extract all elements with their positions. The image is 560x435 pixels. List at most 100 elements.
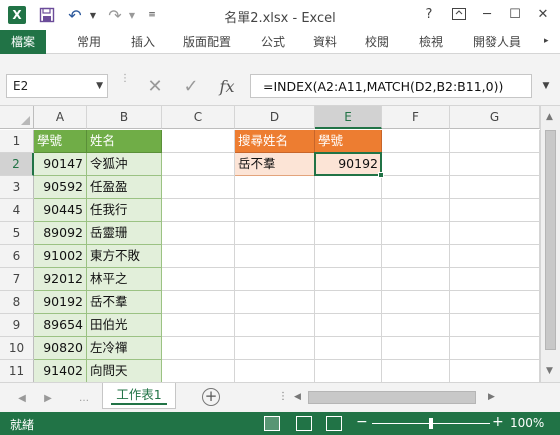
cell-e4[interactable] <box>315 199 382 222</box>
enter-button[interactable]: ✓ <box>178 74 204 98</box>
zoom-slider-knob[interactable] <box>429 418 433 429</box>
undo-dropdown-icon[interactable]: ▼ <box>88 5 98 25</box>
cell-c11[interactable] <box>162 360 235 382</box>
maximize-button[interactable]: ☐ <box>504 4 526 24</box>
cell-e1[interactable]: 學號 <box>315 130 382 153</box>
worksheet-grid[interactable]: ABCDEFG 123456789101112 學號姓名搜尋姓名學號90147令… <box>0 106 540 382</box>
cell-e7[interactable] <box>315 268 382 291</box>
cell-g11[interactable] <box>450 360 540 382</box>
cell-a1[interactable]: 學號 <box>34 130 87 153</box>
cell-d6[interactable] <box>235 245 315 268</box>
zoom-in-icon[interactable]: + <box>492 414 504 430</box>
cell-e5[interactable] <box>315 222 382 245</box>
cell-b1[interactable]: 姓名 <box>87 130 162 153</box>
cell-e2[interactable]: 90192 <box>315 153 382 176</box>
cell-a9[interactable]: 89654 <box>34 314 87 337</box>
cell-e6[interactable] <box>315 245 382 268</box>
cell-a3[interactable]: 90592 <box>34 176 87 199</box>
cell-d4[interactable] <box>235 199 315 222</box>
zoom-out-icon[interactable]: − <box>356 414 368 430</box>
cell-c7[interactable] <box>162 268 235 291</box>
cell-c9[interactable] <box>162 314 235 337</box>
redo-dropdown-icon[interactable]: ▼ <box>127 5 137 25</box>
row-header-6[interactable]: 6 <box>0 245 34 268</box>
cell-b4[interactable]: 任我行 <box>87 199 162 222</box>
tab-insert[interactable]: 插入 <box>122 30 164 54</box>
row-header-11[interactable]: 11 <box>0 360 34 382</box>
cell-c1[interactable] <box>162 130 235 153</box>
row-header-1[interactable]: 1 <box>0 130 34 153</box>
row-header-4[interactable]: 4 <box>0 199 34 222</box>
tab-formulas[interactable]: 公式 <box>252 30 294 54</box>
cell-a4[interactable]: 90445 <box>34 199 87 222</box>
cell-b6[interactable]: 東方不敗 <box>87 245 162 268</box>
close-button[interactable]: ✕ <box>532 4 554 24</box>
cell-g1[interactable] <box>450 130 540 153</box>
cell-e8[interactable] <box>315 291 382 314</box>
insert-function-button[interactable]: fx <box>214 74 240 98</box>
zoom-level[interactable]: 100% <box>510 416 544 430</box>
cell-f2[interactable] <box>382 153 450 176</box>
excel-icon[interactable]: X <box>8 6 26 24</box>
row-header-9[interactable]: 9 <box>0 314 34 337</box>
name-box[interactable]: E2 ▼ <box>6 74 108 98</box>
cell-c10[interactable] <box>162 337 235 360</box>
cell-e10[interactable] <box>315 337 382 360</box>
add-sheet-button[interactable]: + <box>202 388 220 406</box>
help-button[interactable]: ? <box>418 4 440 24</box>
cell-g10[interactable] <box>450 337 540 360</box>
cell-e11[interactable] <box>315 360 382 382</box>
cell-b11[interactable]: 向問天 <box>87 360 162 382</box>
scroll-right-icon[interactable]: ▶ <box>488 392 495 402</box>
cell-a7[interactable]: 92012 <box>34 268 87 291</box>
split-handle-icon[interactable]: ⋮ <box>278 391 288 402</box>
column-header-b[interactable]: B <box>87 106 162 129</box>
cell-d11[interactable] <box>235 360 315 382</box>
vertical-scroll-thumb[interactable] <box>545 130 556 350</box>
cell-d8[interactable] <box>235 291 315 314</box>
tab-view[interactable]: 檢視 <box>410 30 452 54</box>
tab-page-layout[interactable]: 版面配置 <box>176 30 238 54</box>
cell-g8[interactable] <box>450 291 540 314</box>
cell-d7[interactable] <box>235 268 315 291</box>
column-header-d[interactable]: D <box>235 106 315 129</box>
grip-icon[interactable]: ⋮ <box>120 74 130 96</box>
column-header-e[interactable]: E <box>315 106 382 129</box>
cell-c3[interactable] <box>162 176 235 199</box>
cell-g3[interactable] <box>450 176 540 199</box>
scroll-left-icon[interactable]: ◀ <box>294 392 301 402</box>
cell-b7[interactable]: 林平之 <box>87 268 162 291</box>
tab-data[interactable]: 資料 <box>304 30 346 54</box>
column-header-f[interactable]: F <box>382 106 450 129</box>
page-layout-view-button[interactable] <box>296 416 312 431</box>
next-sheet-icon[interactable]: ▶ <box>40 391 56 405</box>
ribbon-scroll-icon[interactable]: ▸ <box>544 36 554 48</box>
chevron-down-icon[interactable]: ▼ <box>96 81 103 91</box>
redo-button[interactable]: ↷ <box>106 5 124 25</box>
cell-f10[interactable] <box>382 337 450 360</box>
prev-sheet-icon[interactable]: ◀ <box>14 391 30 405</box>
ribbon-display-options-button[interactable] <box>448 4 470 24</box>
cell-f6[interactable] <box>382 245 450 268</box>
cell-g6[interactable] <box>450 245 540 268</box>
cell-b10[interactable]: 左冷禪 <box>87 337 162 360</box>
cell-a5[interactable]: 89092 <box>34 222 87 245</box>
cell-c5[interactable] <box>162 222 235 245</box>
cell-c2[interactable] <box>162 153 235 176</box>
cell-e3[interactable] <box>315 176 382 199</box>
column-header-g[interactable]: G <box>450 106 540 129</box>
cell-f7[interactable] <box>382 268 450 291</box>
cell-f8[interactable] <box>382 291 450 314</box>
save-button[interactable] <box>38 5 56 25</box>
cell-c4[interactable] <box>162 199 235 222</box>
cell-f11[interactable] <box>382 360 450 382</box>
column-header-a[interactable]: A <box>34 106 87 129</box>
cell-b2[interactable]: 令狐沖 <box>87 153 162 176</box>
cell-b9[interactable]: 田伯光 <box>87 314 162 337</box>
cell-f5[interactable] <box>382 222 450 245</box>
cell-d3[interactable] <box>235 176 315 199</box>
cell-a6[interactable]: 91002 <box>34 245 87 268</box>
scroll-up-icon[interactable]: ▲ <box>546 112 553 122</box>
tab-review[interactable]: 校閱 <box>356 30 398 54</box>
scroll-down-icon[interactable]: ▼ <box>546 366 553 376</box>
